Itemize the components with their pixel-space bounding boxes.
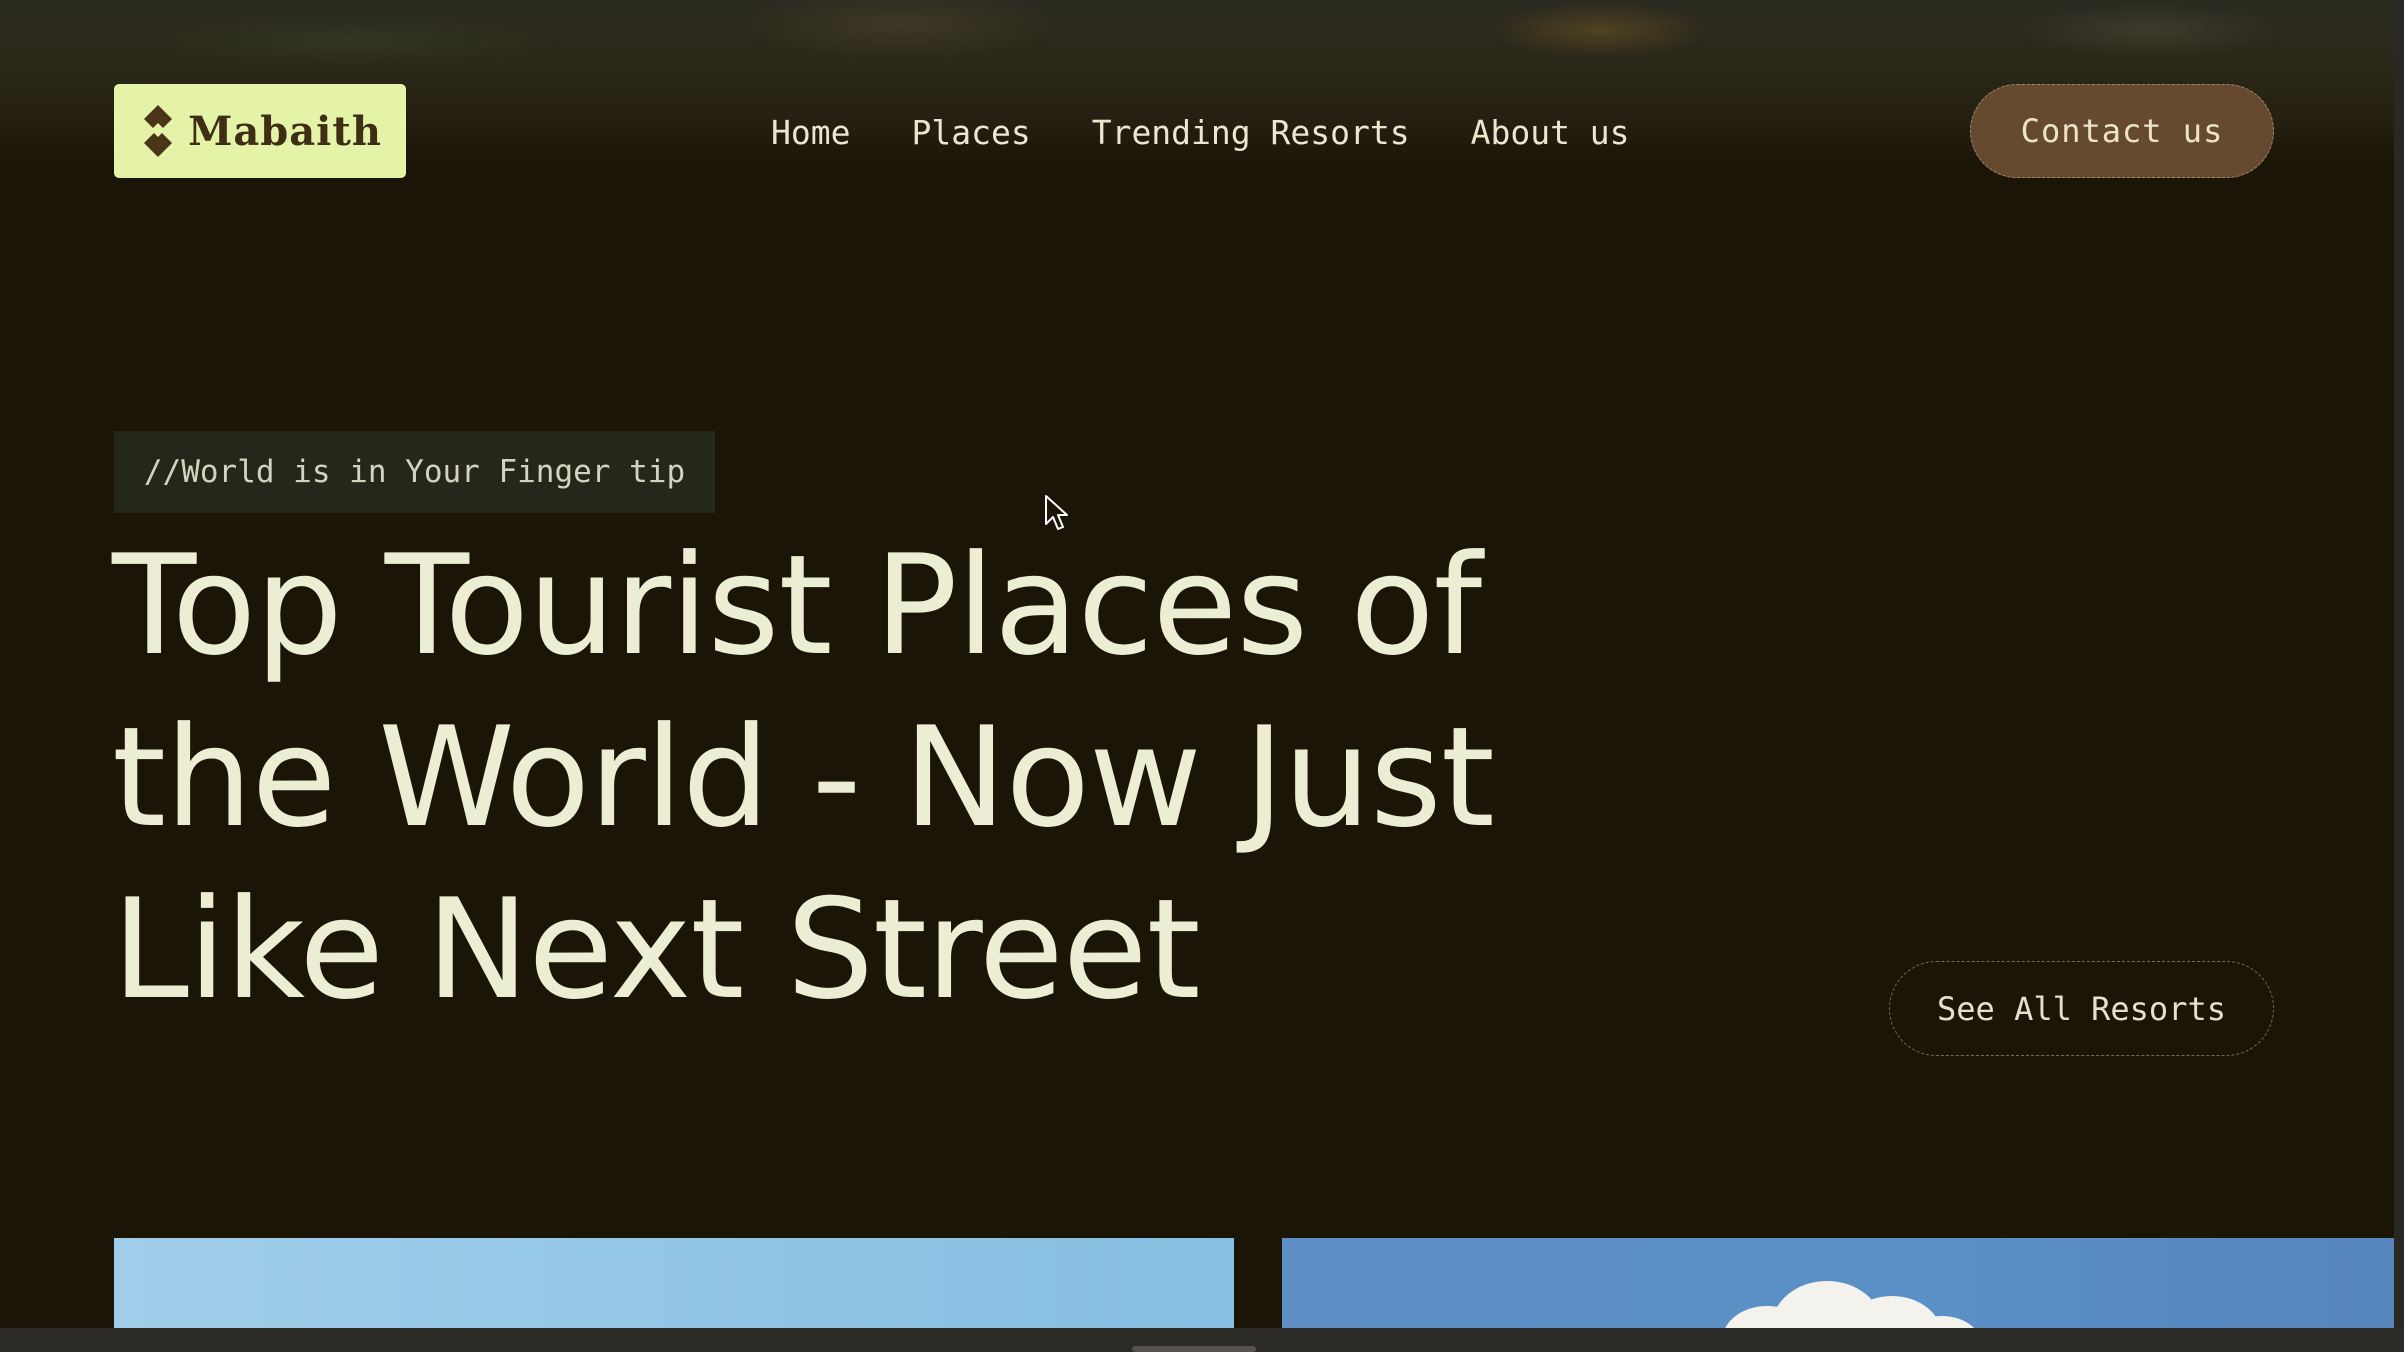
nav-about-us[interactable]: About us: [1471, 113, 1630, 152]
mouse-cursor-icon: [1045, 495, 1068, 530]
headline-line: Top Tourist Places of: [112, 525, 1482, 686]
headline-line: the World - Now Just: [112, 697, 1495, 858]
hero-headline: Top Tourist Places of the World - Now Ju…: [112, 520, 1632, 1036]
diamond-logo-icon: [144, 105, 173, 157]
contact-us-button[interactable]: Contact us: [1970, 84, 2274, 178]
place-card-image[interactable]: [114, 1238, 1234, 1328]
headline-line: Like Next Street: [112, 869, 1201, 1030]
nav-home[interactable]: Home: [771, 113, 850, 152]
nav-places[interactable]: Places: [911, 113, 1030, 152]
cloud-graphic: [1712, 1276, 1992, 1328]
nav-trending-resorts[interactable]: Trending Resorts: [1092, 113, 1410, 152]
place-card-image[interactable]: [1282, 1238, 2394, 1328]
see-all-resorts-button[interactable]: See All Resorts: [1889, 961, 2274, 1056]
hero-tagline: //World is in Your Finger tip: [114, 431, 715, 513]
scroll-handle[interactable]: [1132, 1346, 1256, 1352]
main-nav: Home Places Trending Resorts About us: [771, 108, 1630, 156]
brand-logo[interactable]: Mabaith: [114, 84, 406, 178]
brand-name: Mabaith: [188, 107, 382, 155]
window-edge: [2394, 0, 2404, 1328]
